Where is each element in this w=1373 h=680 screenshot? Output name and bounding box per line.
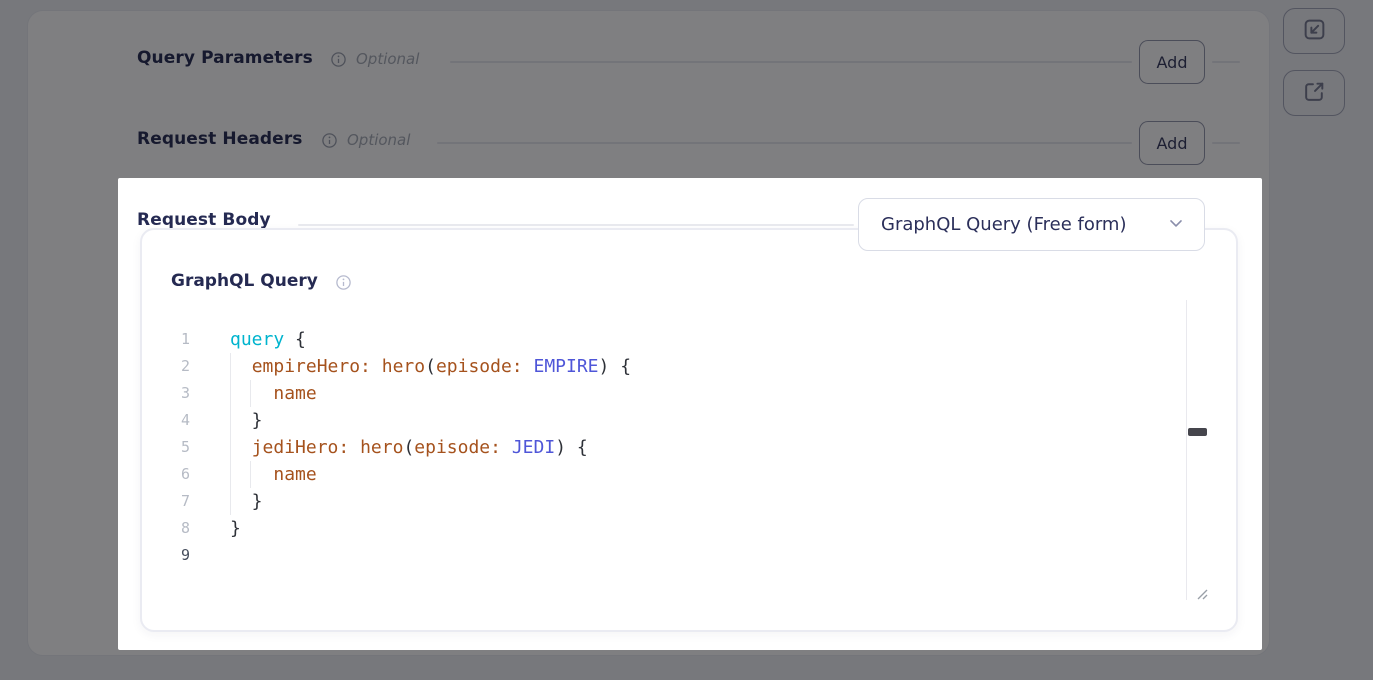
code-line: query { [230, 326, 631, 353]
resize-grip-icon[interactable] [1194, 585, 1208, 599]
arrow-into-box-icon [1302, 17, 1327, 45]
line-number: 2 [162, 353, 190, 380]
line-number: 8 [162, 515, 190, 542]
editor-code: query { empireHero: hero(episode: EMPIRE… [230, 326, 631, 569]
indent-guide [250, 461, 251, 488]
code-line: jediHero: hero(episode: JEDI) { [230, 434, 631, 461]
editor-gutter: 123456789 [162, 326, 190, 569]
code-line: } [230, 407, 631, 434]
info-icon[interactable] [331, 52, 346, 67]
body-type-select[interactable]: GraphQL Query (Free form) [858, 198, 1205, 251]
info-icon[interactable] [336, 275, 351, 290]
line-number: 7 [162, 488, 190, 515]
line-number: 5 [162, 434, 190, 461]
divider [298, 224, 854, 226]
request-headers-label: Request Headers [137, 129, 303, 149]
info-icon[interactable] [322, 133, 337, 148]
edit-in-panel-button[interactable] [1283, 8, 1345, 54]
code-line: name [230, 380, 631, 407]
editor-scrollbar-track [1186, 300, 1187, 600]
divider [437, 142, 1132, 144]
editor-scrollbar-thumb[interactable] [1188, 428, 1207, 436]
body-type-selected-value: GraphQL Query (Free form) [881, 214, 1166, 235]
code-line: name [230, 461, 631, 488]
line-number: 3 [162, 380, 190, 407]
line-number: 1 [162, 326, 190, 353]
code-line [230, 542, 631, 569]
optional-badge: Optional [356, 50, 419, 68]
line-number: 9 [162, 542, 190, 569]
add-query-parameter-button[interactable]: Add [1139, 40, 1205, 84]
query-parameters-label: Query Parameters [137, 48, 313, 68]
optional-badge: Optional [347, 131, 410, 149]
divider [450, 61, 1132, 63]
chevron-down-icon [1166, 213, 1186, 237]
code-line: } [230, 488, 631, 515]
request-body-label: Request Body [137, 210, 271, 230]
divider [1212, 61, 1240, 63]
line-number: 4 [162, 407, 190, 434]
open-external-button[interactable] [1283, 70, 1345, 116]
api-request-builder-page: Query Parameters Optional Add Request He… [0, 0, 1373, 680]
add-request-header-button[interactable]: Add [1139, 121, 1205, 165]
indent-guide [250, 380, 251, 407]
line-number: 6 [162, 461, 190, 488]
external-link-icon [1302, 79, 1327, 107]
graphql-query-label: GraphQL Query [171, 271, 318, 291]
divider [1212, 142, 1240, 144]
code-line: empireHero: hero(episode: EMPIRE) { [230, 353, 631, 380]
code-line: } [230, 515, 631, 542]
indent-guide [230, 353, 231, 515]
